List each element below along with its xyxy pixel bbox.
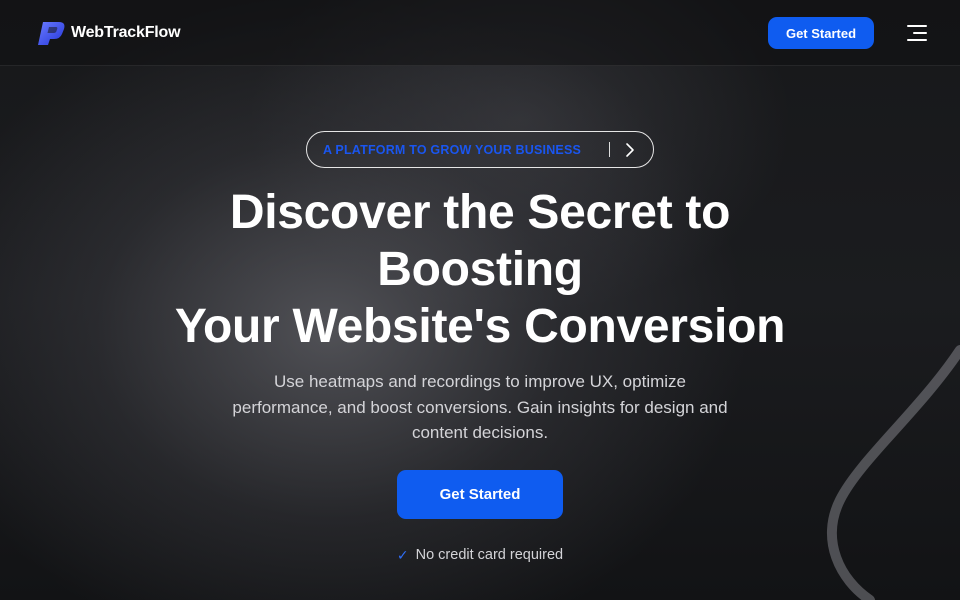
- headline-line-3: Your Website's Conversion: [174, 300, 786, 353]
- note-text: No credit card required: [415, 547, 564, 563]
- brand-logo[interactable]: WebTrackFlow: [37, 20, 181, 46]
- decorative-curve: [827, 345, 960, 600]
- logo-mark-icon: [38, 22, 65, 45]
- hero-description: Use heatmaps and recordings to improve U…: [232, 372, 728, 442]
- hamburger-menu-icon[interactable]: [903, 22, 927, 44]
- top-nav-bar: WebTrackFlow Get Started: [0, 0, 960, 66]
- chevron-right-icon: [626, 143, 634, 157]
- brand-name: WebTrackFlow: [71, 24, 181, 41]
- headline-line-2: Boosting: [377, 243, 583, 296]
- eyebrow-pill[interactable]: A PLATFORM TO GROW YOUR BUSINESS: [306, 131, 654, 168]
- hero-headline: Discover the Secret to Boosting Your Web…: [80, 184, 880, 355]
- hero-get-started-button[interactable]: Get Started: [397, 470, 563, 519]
- pill-divider: [609, 142, 610, 157]
- eyebrow-label: A PLATFORM TO GROW YOUR BUSINESS: [323, 142, 582, 157]
- checkmark-icon: ✓: [396, 546, 409, 563]
- no-credit-card-note: ✓ No credit card required: [380, 545, 580, 565]
- header-get-started-button[interactable]: Get Started: [768, 17, 874, 49]
- headline-line-1: Discover the Secret to: [229, 186, 731, 239]
